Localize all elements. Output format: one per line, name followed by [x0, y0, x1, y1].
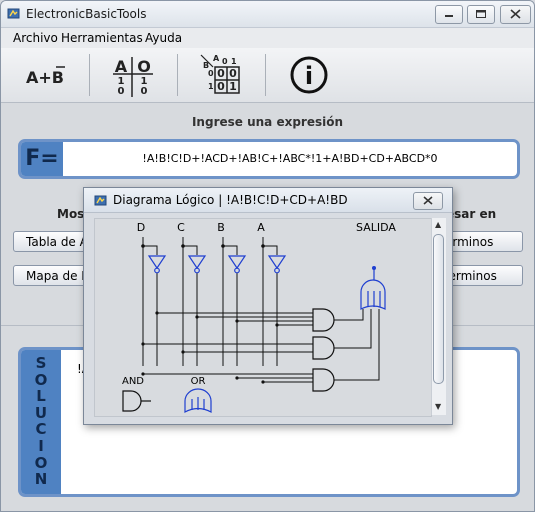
input-label-d: D [137, 221, 145, 234]
kmap-cell: 1 [229, 80, 237, 93]
table-header-a: A [115, 57, 128, 76]
restore-icon [476, 10, 486, 18]
kmap-cell: 0 [217, 80, 225, 93]
output-label: SALIDA [356, 221, 396, 234]
info-label: i [305, 62, 313, 90]
kmap-corner-a: A [213, 54, 220, 63]
toolbar: A+B A O 1 1 0 0 A B 0 1 0 1 0 0 0 1 i [1, 48, 534, 103]
minimize-button[interactable] [435, 5, 463, 24]
solution-letter: O [34, 453, 48, 472]
expression-input[interactable]: !A!B!C!D+!ACD+!AB!C+!ABC*!1+A!BD+CD+ABCD… [63, 142, 517, 176]
dialog-app-icon [94, 195, 107, 206]
kmap-cell: 0 [217, 67, 225, 80]
scroll-down-icon[interactable]: ▼ [435, 402, 441, 411]
boolean-algebra-icon: A+B [26, 66, 65, 87]
expression-prompt: Ingrese una expresión [191, 115, 344, 129]
kmap-cell: 0 [229, 67, 237, 80]
solution-letter: S [35, 354, 47, 372]
toolbar-separator [89, 54, 90, 96]
solution-letter: I [38, 436, 44, 455]
restore-button[interactable] [467, 5, 495, 24]
algebra-label: A+B [26, 68, 64, 87]
diagram-scrollbar[interactable]: ▲ ▼ [431, 218, 446, 415]
info-icon: i [290, 56, 328, 94]
dialog-title: Diagrama Lógico | !A!B!C!D+CD+A!BD [113, 193, 348, 207]
close-icon [423, 196, 433, 205]
karnaugh-map-button[interactable]: A B 0 1 0 1 0 0 0 1 [197, 51, 247, 99]
express-label: esar en [446, 207, 497, 221]
and-gates [312, 308, 335, 392]
menu-ayuda[interactable]: Ayuda [145, 31, 182, 45]
legend-or-label: OR [191, 376, 206, 387]
table-cell: 0 [141, 86, 148, 97]
kmap-row-label: 0 [208, 69, 214, 78]
app-icon [7, 8, 20, 19]
scroll-up-icon[interactable]: ▲ [435, 220, 441, 229]
toolbar-separator [265, 54, 266, 96]
input-label-b: B [217, 221, 225, 234]
dialog-close-button[interactable] [413, 192, 443, 210]
diagram-canvas: D C B A SALIDA AND OR [94, 218, 432, 417]
solution-letter: C [35, 420, 47, 439]
expression-box: F !A!B!C!D+!ACD+!AB!C+!ABC*!1+A!BD+CD+AB… [18, 139, 520, 179]
main-window: ElectronicBasicTools Archivo Herramienta… [0, 0, 535, 512]
input-label-c: C [177, 221, 185, 234]
logic-diagram-dialog: Diagrama Lógico | !A!B!C!D+CD+A!BD D C B… [83, 187, 453, 425]
dialog-title-bar[interactable]: Diagrama Lógico | !A!B!C!D+CD+A!BD [84, 188, 452, 213]
menu-archivo[interactable]: Archivo [13, 31, 58, 45]
table-cell: 0 [118, 86, 125, 97]
or-gate-output [360, 268, 386, 310]
solution-letter: O [34, 370, 48, 389]
solution-letter: N [34, 470, 48, 489]
solution-letter: L [36, 387, 46, 406]
solution-letter: U [34, 403, 48, 422]
f-label: F [21, 142, 63, 176]
truth-table-button[interactable]: A O 1 1 0 0 [109, 51, 157, 99]
toolbar-separator [177, 54, 178, 96]
boolean-algebra-button[interactable]: A+B [19, 51, 71, 99]
solution-label: S O L U C I O N [21, 355, 61, 488]
menu-bar: Archivo Herramientas Ayuda [1, 28, 534, 48]
minimize-icon [445, 15, 453, 17]
close-button[interactable] [500, 5, 531, 24]
karnaugh-map-icon: A B 0 1 0 1 0 0 0 1 [200, 54, 240, 94]
logic-diagram: D C B A SALIDA AND OR [122, 221, 396, 414]
solution-sidebar: S O L U C I O N [21, 350, 61, 494]
kmap-row-label: 1 [208, 82, 214, 91]
info-button[interactable]: i [285, 51, 333, 99]
title-bar[interactable]: ElectronicBasicTools [1, 1, 534, 28]
close-icon [510, 9, 521, 19]
legend-or-gate [184, 388, 212, 414]
scroll-thumb[interactable] [433, 234, 444, 384]
input-label-a: A [257, 221, 265, 234]
truth-table-icon: A O 1 1 0 0 [113, 57, 153, 97]
kmap-col-label: 1 [231, 57, 237, 66]
window-title: ElectronicBasicTools [26, 7, 147, 21]
inverter-gates [147, 255, 287, 274]
menu-herramientas[interactable]: Herramientas [61, 31, 143, 45]
legend-and-label: AND [122, 376, 144, 387]
table-header-o: O [137, 57, 151, 76]
kmap-col-label: 0 [222, 57, 228, 66]
legend-and-gate [122, 390, 151, 412]
